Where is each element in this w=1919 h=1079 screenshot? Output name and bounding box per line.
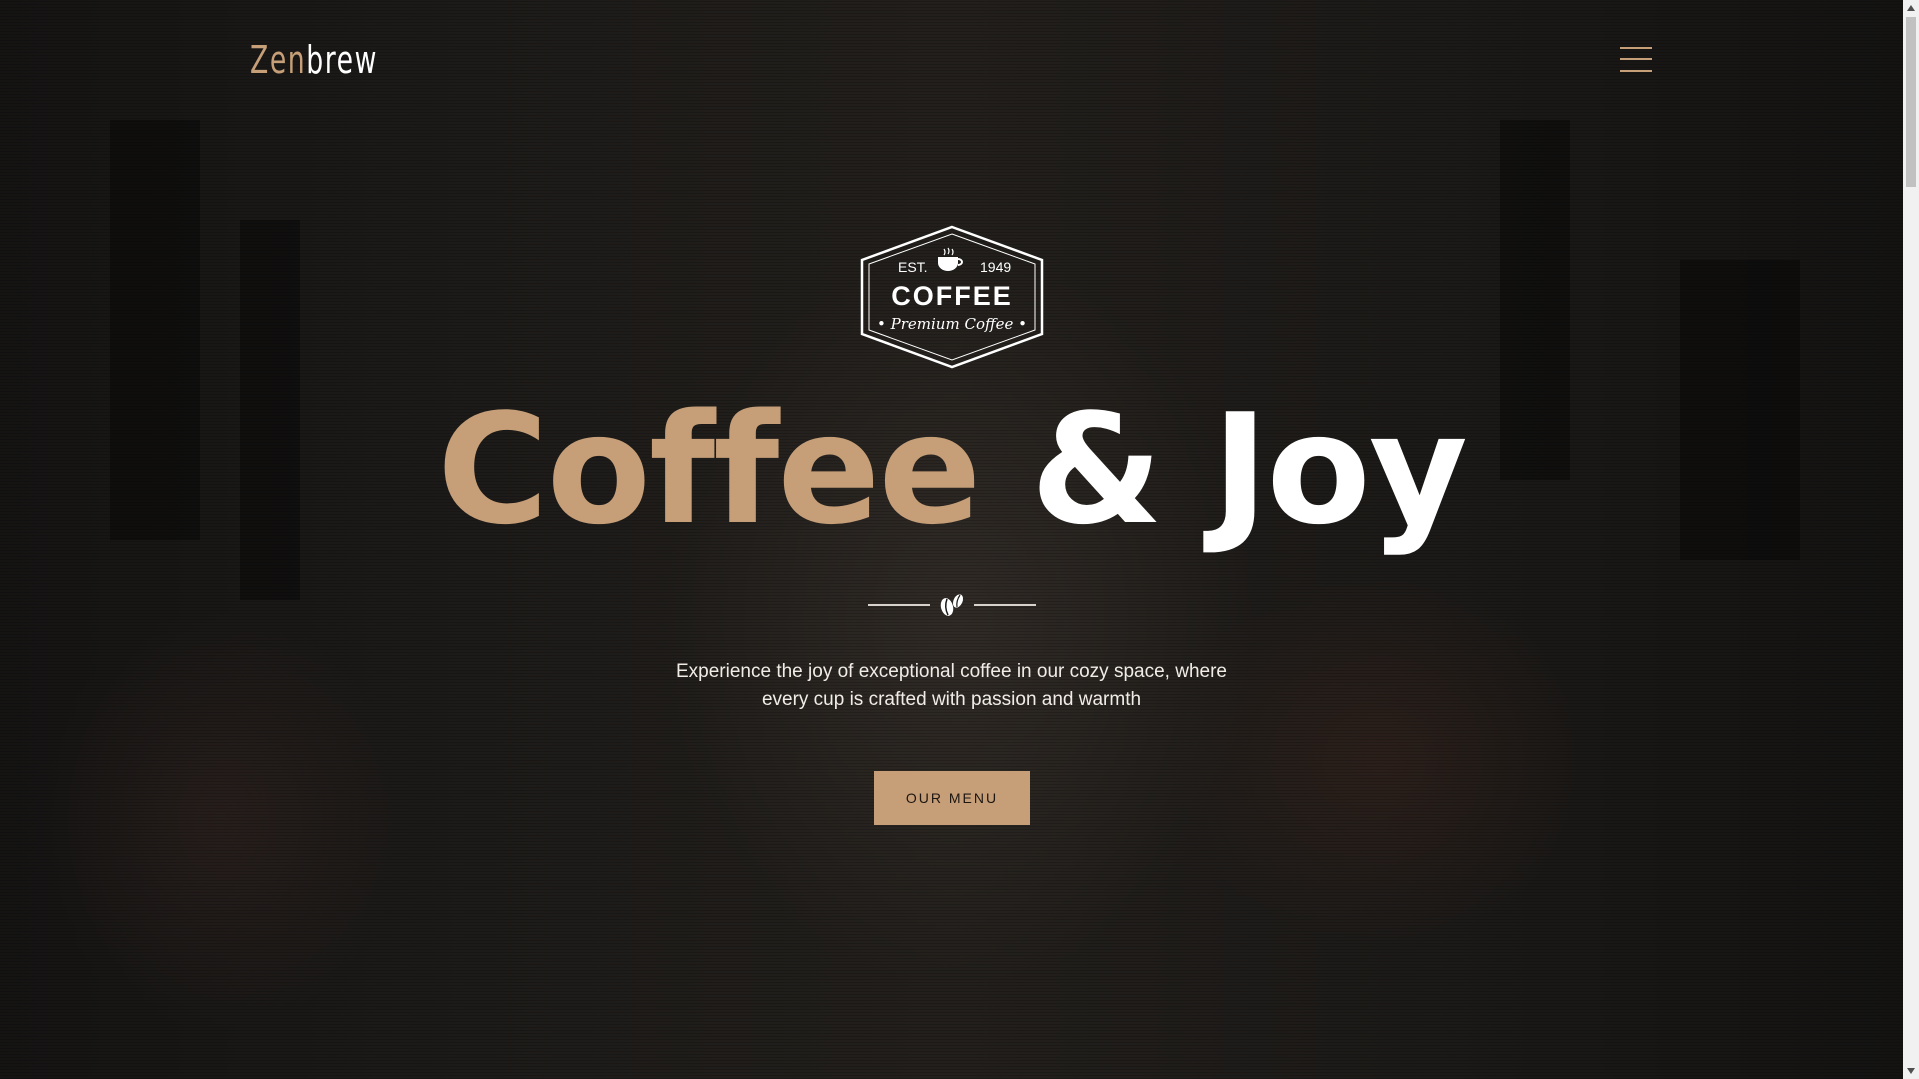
menu-line [1620, 58, 1652, 60]
menu-line [1620, 70, 1652, 72]
badge-year: 1949 [980, 259, 1012, 275]
site-logo[interactable]: Zenbrew [250, 38, 378, 82]
scrollbar-thumb[interactable] [1906, 17, 1916, 187]
scroll-up-arrow-icon[interactable] [1903, 0, 1919, 16]
hero-description-line-2: every cup is crafted with passion and wa… [761, 689, 1142, 710]
hero-title-part-2: & Joy [1030, 381, 1468, 558]
badge-subtitle: • Premium Coffee • [877, 315, 1027, 333]
hero-title: Coffee & Joy [0, 390, 1903, 550]
badge-title: COFFEE [891, 281, 1013, 311]
hero-title-part-1: Coffee [437, 381, 981, 558]
hero-divider [868, 592, 1036, 618]
hero-description: Experience the joy of exceptional coffee… [0, 658, 1903, 714]
scroll-down-arrow-icon[interactable] [1903, 1063, 1919, 1079]
vertical-scrollbar[interactable] [1903, 0, 1919, 1079]
logo-part-2: brew [306, 38, 378, 82]
coffee-cup-icon [938, 247, 963, 271]
hamburger-menu-icon[interactable] [1620, 46, 1652, 74]
badge-est: EST. [898, 259, 928, 275]
divider-line [868, 604, 930, 606]
coffee-bean-icon [940, 594, 964, 616]
coffee-badge-logo: EST. 1949 COFFEE • Premium Coffee • [860, 225, 1044, 369]
our-menu-button[interactable]: OUR MENU [874, 771, 1030, 825]
menu-line [1620, 47, 1652, 49]
logo-part-1: Zen [250, 38, 307, 82]
divider-line [974, 604, 1036, 606]
hero-description-line-1: Experience the joy of exceptional coffee… [676, 661, 1227, 682]
